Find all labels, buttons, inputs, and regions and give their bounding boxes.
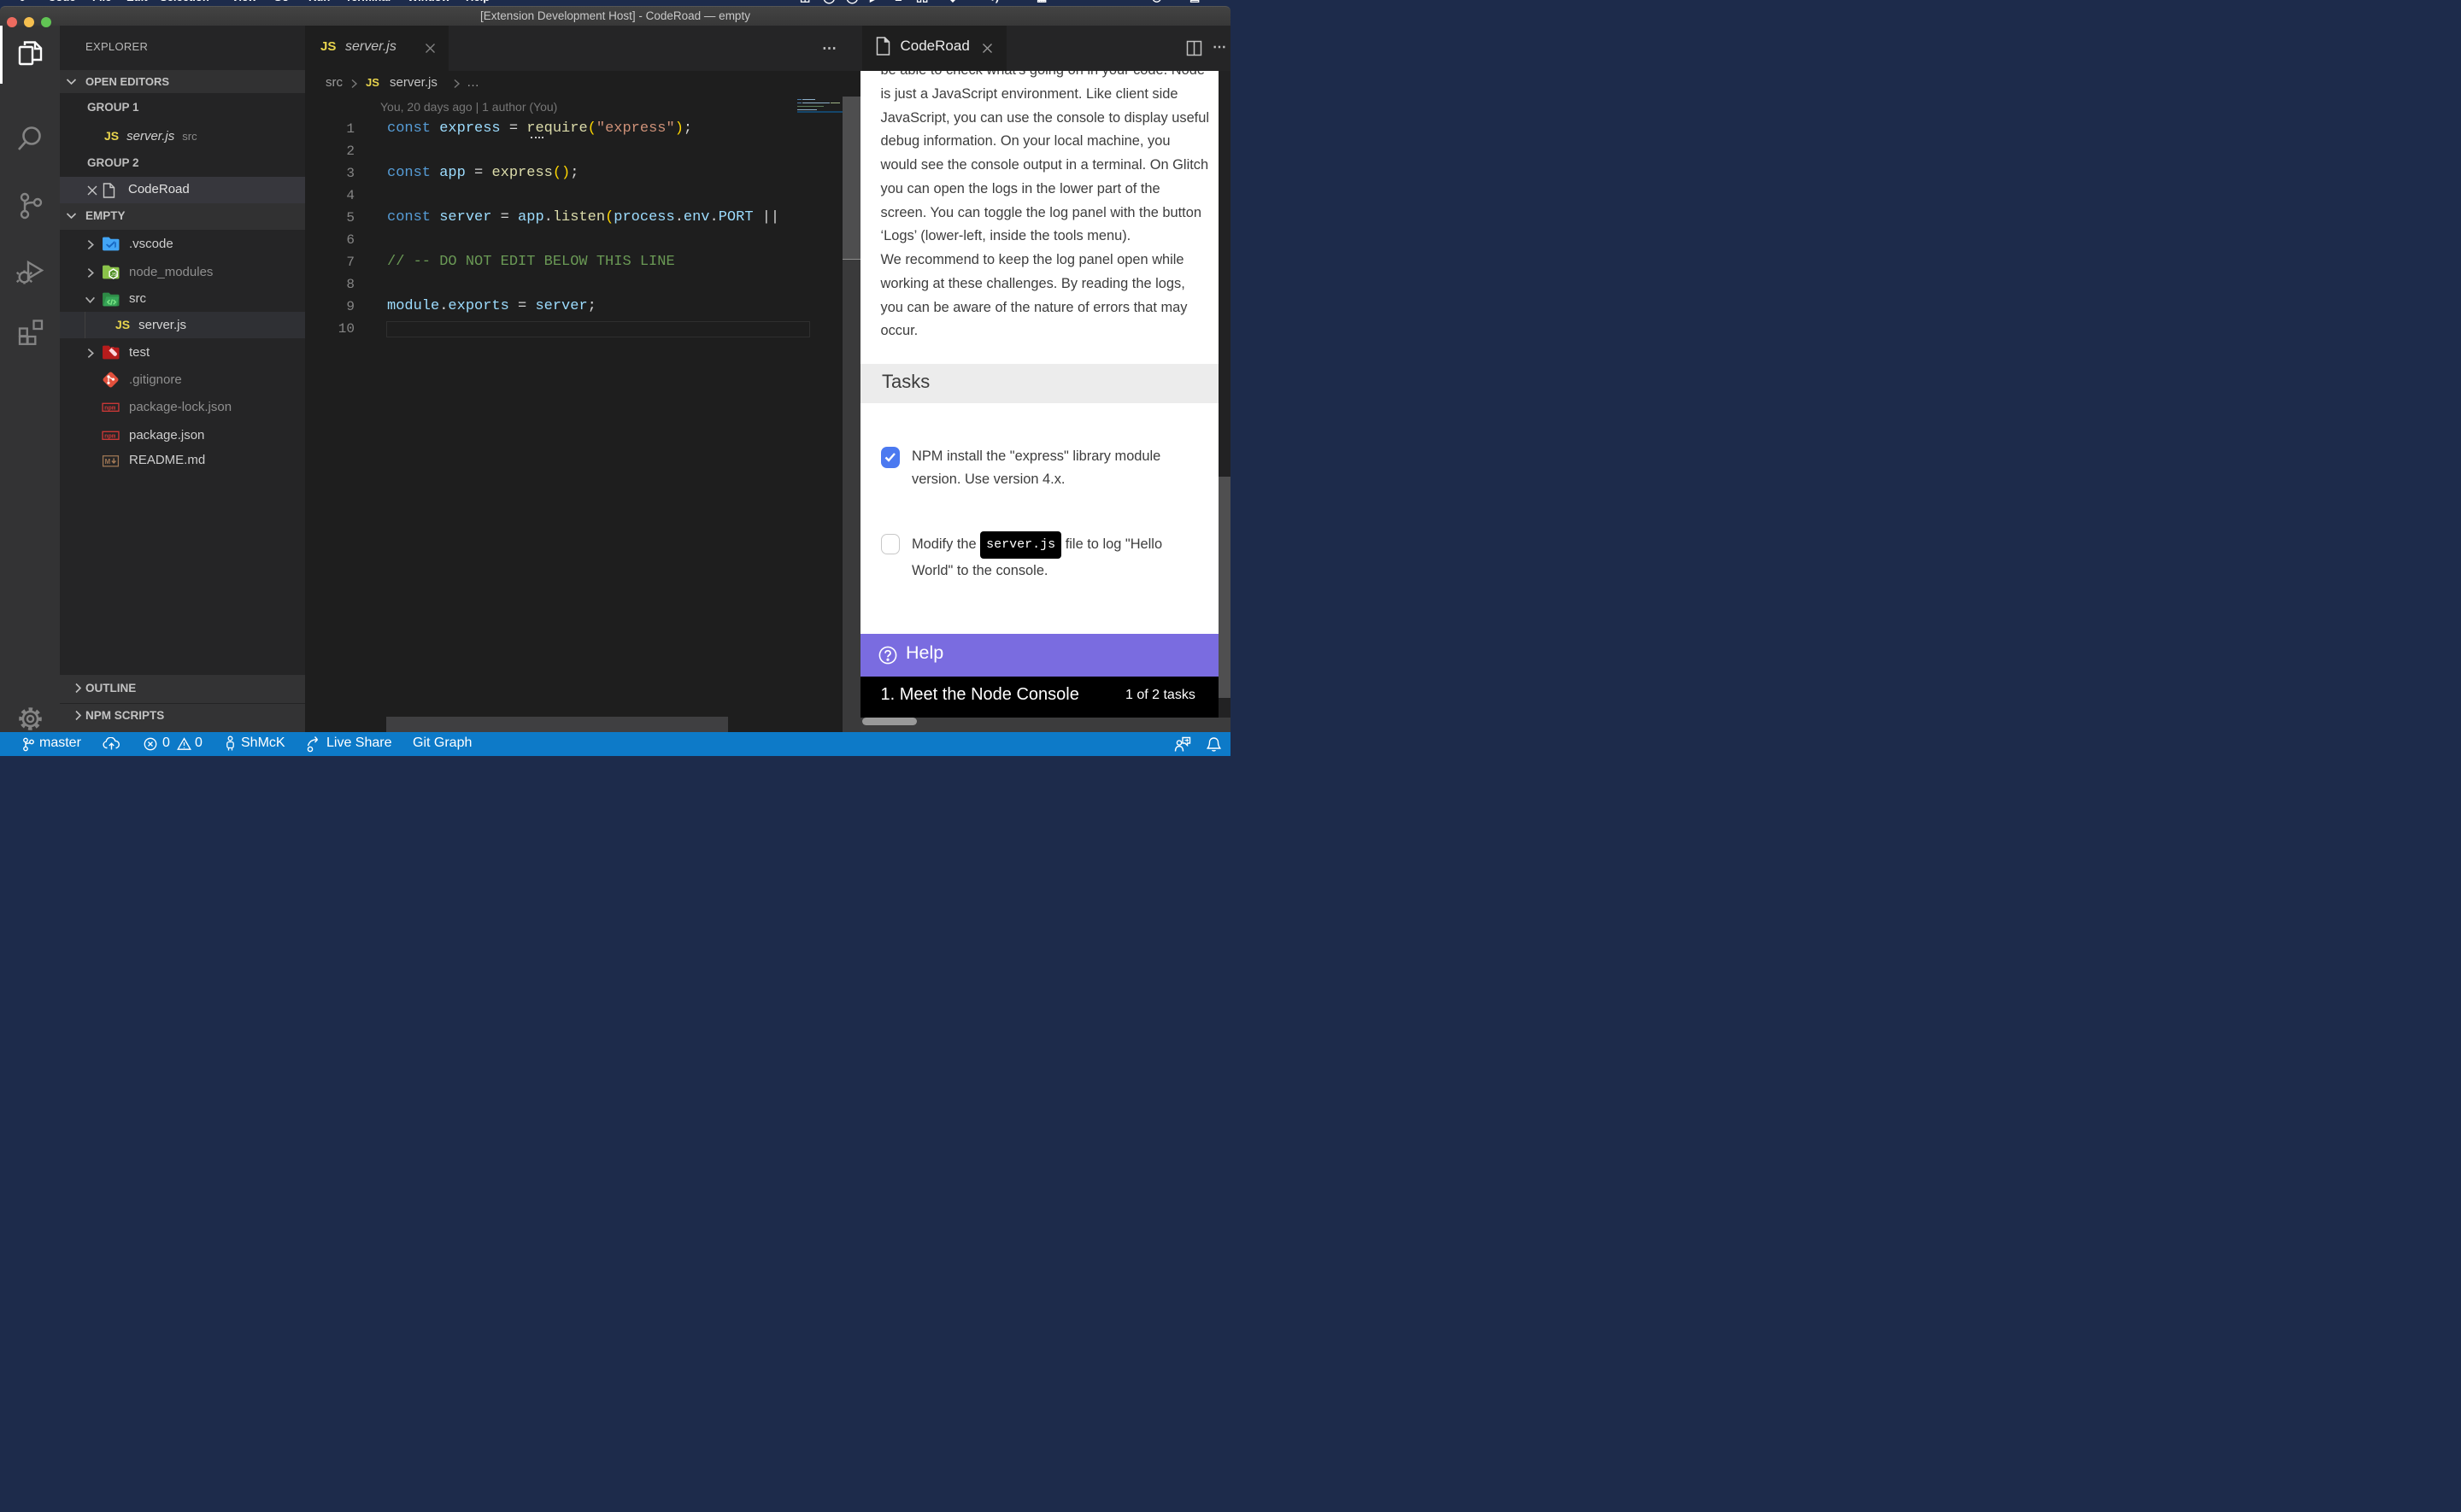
svg-text:npm: npm [104,434,116,441]
svg-text:M: M [104,457,110,465]
svg-text:npm: npm [104,406,116,413]
svg-text:JS: JS [110,273,116,278]
